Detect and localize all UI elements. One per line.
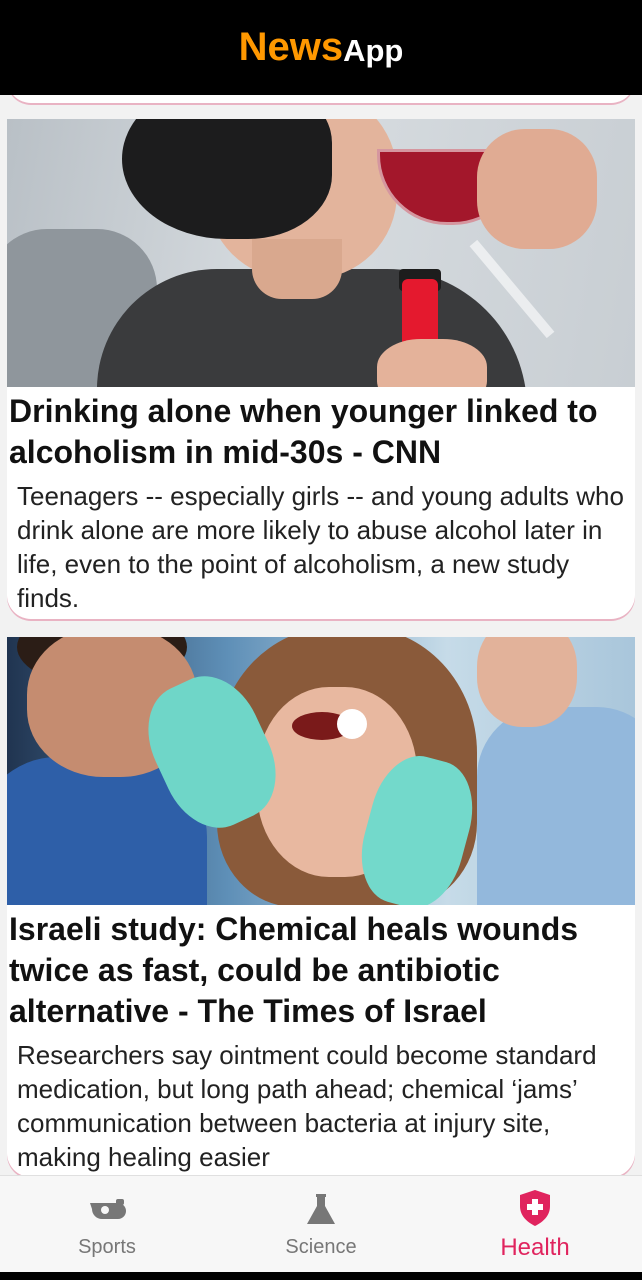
article-image bbox=[7, 637, 635, 905]
article-card-previous[interactable] bbox=[7, 95, 635, 103]
health-shield-icon bbox=[515, 1188, 555, 1228]
article-title[interactable]: Drinking alone when younger linked to al… bbox=[9, 391, 633, 473]
flask-icon bbox=[301, 1190, 341, 1230]
nav-tab-sports[interactable]: Sports bbox=[0, 1176, 214, 1273]
nav-tab-science[interactable]: Science bbox=[214, 1176, 428, 1273]
article-description: Researchers say ointment could become st… bbox=[17, 1040, 597, 1172]
whistle-icon bbox=[87, 1190, 127, 1230]
nav-tab-health[interactable]: Health bbox=[428, 1176, 642, 1273]
system-bar bbox=[0, 1272, 642, 1280]
article-title[interactable]: Israeli study: Chemical heals wounds twi… bbox=[9, 909, 633, 1032]
article-card[interactable]: Israeli study: Chemical heals wounds twi… bbox=[7, 637, 635, 1175]
article-image bbox=[7, 119, 635, 387]
brand-app: App bbox=[343, 32, 404, 68]
news-feed[interactable]: Drinking alone when younger linked to al… bbox=[0, 95, 642, 1175]
nav-label-sports: Sports bbox=[78, 1236, 136, 1258]
article-card[interactable]: Drinking alone when younger linked to al… bbox=[7, 119, 635, 619]
article-description: Teenagers -- especially girls -- and you… bbox=[17, 481, 624, 613]
bottom-navigation: Sports Science Health bbox=[0, 1175, 642, 1273]
app-header: News App bbox=[0, 0, 642, 95]
nav-label-science: Science bbox=[285, 1236, 357, 1258]
brand-news: News bbox=[238, 25, 344, 69]
nav-label-health: Health bbox=[500, 1233, 570, 1261]
